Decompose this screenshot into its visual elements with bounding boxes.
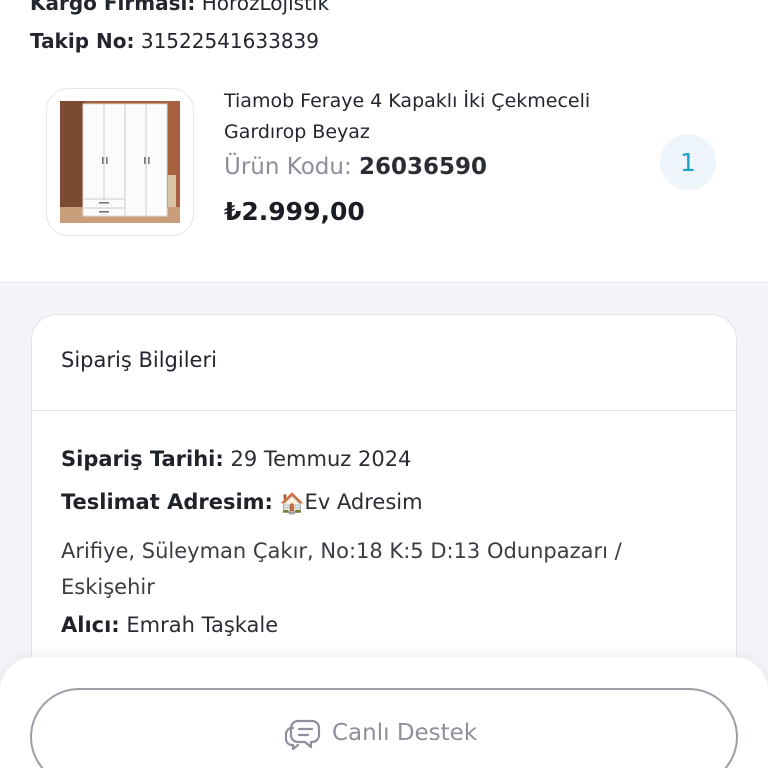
delivery-address-label: Teslimat Adresim: [61, 490, 273, 514]
cargo-company-value: HorozLojistik [201, 0, 330, 15]
cargo-company-label: Kargo Firması: [30, 0, 196, 15]
tracking-number-label: Takip No: [30, 29, 135, 53]
product-code-value: 26036590 [359, 154, 488, 180]
order-date-value: 29 Temmuz 2024 [230, 447, 412, 471]
home-icon: 🏠 [279, 491, 305, 515]
recipient-label: Alıcı: [61, 613, 120, 637]
tracking-number-line: Takip No: 31522541633839 [30, 29, 319, 53]
order-info-header: Sipariş Bilgileri [32, 315, 736, 411]
product-code: Ürün Kodu: 26036590 [224, 154, 487, 180]
wardrobe-image [60, 101, 180, 223]
product-image[interactable] [46, 88, 194, 236]
tracking-number-value[interactable]: 31522541633839 [141, 29, 319, 53]
cargo-company-line: Kargo Firması: HorozLojistik [30, 0, 329, 15]
delivery-address-text: Arifiye, Süleyman Çakır, No:18 K:5 D:13 … [61, 539, 622, 599]
product-code-label: Ürün Kodu: [224, 154, 352, 180]
live-support-button[interactable]: Canlı Destek [30, 688, 738, 768]
delivery-address-row: Teslimat Adresim: 🏠Ev Adresim [61, 490, 423, 515]
order-date-label: Sipariş Tarihi: [61, 447, 224, 471]
order-item-section: Kargo Firması: HorozLojistik Takip No: 3… [0, 0, 768, 282]
bottom-action-bar: Canlı Destek [0, 657, 768, 768]
product-price: ₺2.999,00 [224, 197, 365, 226]
order-date-row: Sipariş Tarihi: 29 Temmuz 2024 [61, 447, 411, 471]
recipient-value: Emrah Taşkale [126, 613, 279, 637]
order-info-card: Sipariş Bilgileri Sipariş Tarihi: 29 Tem… [31, 314, 737, 694]
recipient-row: Alıcı: Emrah Taşkale [61, 613, 278, 637]
product-title[interactable]: Tiamob Feraye 4 Kapaklı İki Çekmeceli Ga… [224, 86, 644, 148]
order-info-title: Sipariş Bilgileri [61, 348, 217, 372]
delivery-address-name: Ev Adresim [304, 490, 423, 514]
quantity-badge: 1 [660, 134, 716, 190]
live-support-label: Canlı Destek [332, 720, 478, 746]
chat-bubbles-icon [284, 719, 321, 751]
